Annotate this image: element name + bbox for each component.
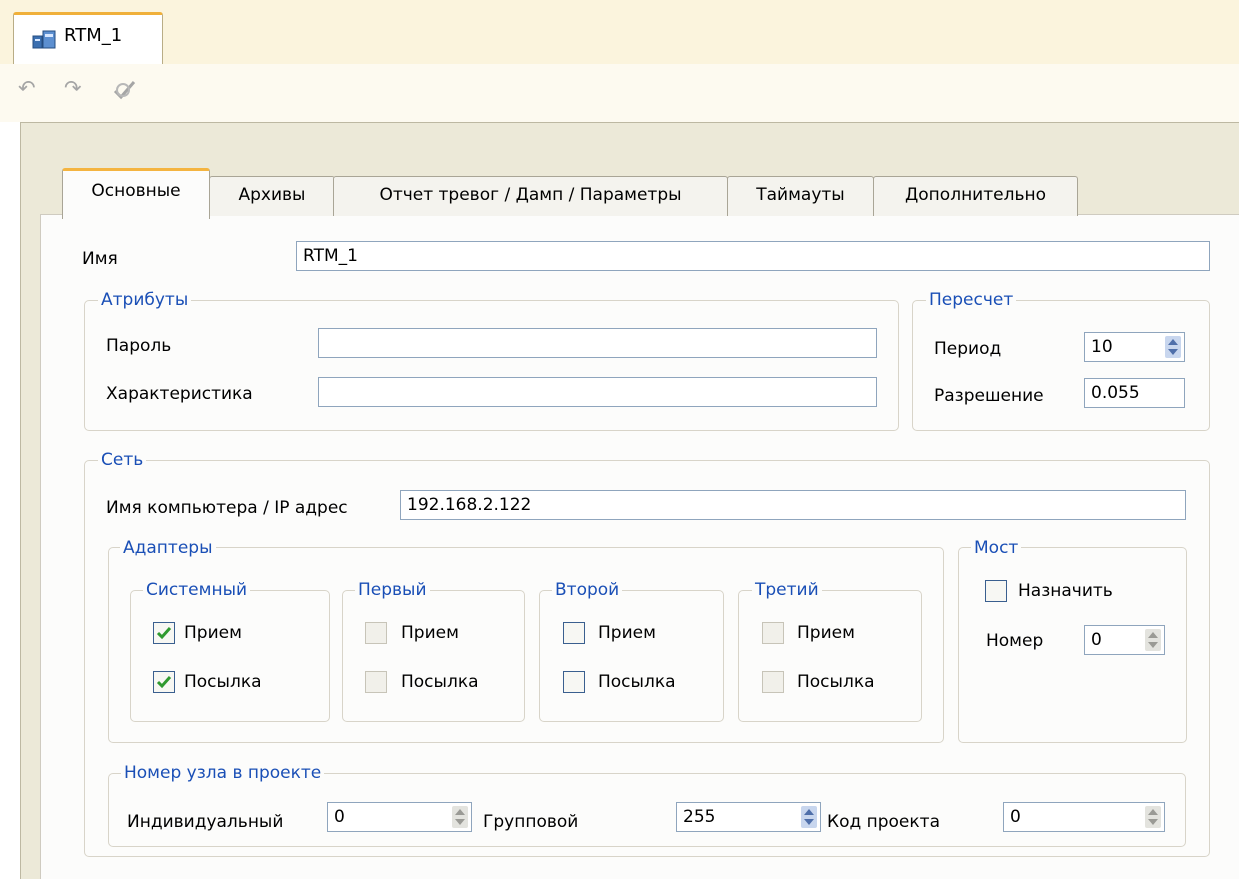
bridge-assign-checkbox[interactable] <box>985 580 1007 602</box>
adapter-system-group <box>130 590 330 722</box>
bridge-title: Мост <box>971 537 1022 559</box>
adapter-third-title: Третий <box>752 579 822 601</box>
adapters-title: Адаптеры <box>120 537 216 559</box>
second-receive-checkbox[interactable] <box>563 622 585 644</box>
adapter-third-group <box>738 590 922 722</box>
adapter-second-group <box>539 590 724 722</box>
first-receive-checkbox[interactable] <box>365 622 387 644</box>
network-title: Сеть <box>98 449 147 471</box>
bridge-assign-label: Назначить <box>1018 581 1113 601</box>
third-send-label: Посылка <box>797 672 875 692</box>
tab-main[interactable]: Основные <box>62 168 210 219</box>
tab-label: Отчет тревог / Дамп / Параметры <box>379 185 682 205</box>
first-receive-label: Прием <box>401 623 459 643</box>
resolution-label: Разрешение <box>934 386 1044 406</box>
project-code-spinner[interactable]: 0 <box>1003 802 1165 832</box>
adapter-first-group <box>342 590 525 722</box>
attributes-group <box>84 300 899 431</box>
individual-label: Индивидуальный <box>127 812 284 832</box>
attributes-title: Атрибуты <box>98 289 192 311</box>
tab-label: Основные <box>91 181 181 201</box>
name-label: Имя <box>82 249 118 269</box>
tab-label: Таймауты <box>756 185 845 205</box>
characteristic-label: Характеристика <box>106 384 253 404</box>
resolution-field[interactable]: 0.055 <box>1084 378 1185 408</box>
second-receive-label: Прием <box>598 623 656 643</box>
tab-label: Архивы <box>238 185 306 205</box>
redo-icon[interactable]: ↷ <box>64 78 82 99</box>
period-value: 10 <box>1091 337 1113 357</box>
tab-additional[interactable]: Дополнительно <box>873 176 1078 216</box>
project-code-value: 0 <box>1010 807 1021 827</box>
system-receive-checkbox[interactable] <box>153 622 175 644</box>
password-label: Пароль <box>106 336 172 356</box>
adapter-first-title: Первый <box>355 579 430 601</box>
first-send-checkbox[interactable] <box>365 671 387 693</box>
check-edit-icon[interactable] <box>112 78 138 106</box>
first-send-label: Посылка <box>401 672 479 692</box>
recalc-group <box>912 300 1210 431</box>
group-value: 255 <box>683 807 716 827</box>
name-field[interactable]: RTM_1 <box>296 241 1210 271</box>
spin-arrows-icon[interactable] <box>1145 806 1161 828</box>
second-send-label: Посылка <box>598 672 676 692</box>
password-field[interactable] <box>318 328 877 358</box>
system-send-label: Посылка <box>184 672 262 692</box>
spin-arrows-icon[interactable] <box>452 806 468 828</box>
spin-arrows-icon[interactable] <box>1165 336 1181 358</box>
adapter-second-title: Второй <box>552 579 623 601</box>
third-send-checkbox[interactable] <box>762 671 784 693</box>
bridge-number-label: Номер <box>986 631 1044 651</box>
project-code-label: Код проекта <box>827 812 940 832</box>
third-receive-label: Прием <box>797 623 855 643</box>
host-label: Имя компьютера / IP адрес <box>106 498 348 518</box>
node-number-title: Номер узла в проекте <box>121 762 325 784</box>
tab-alarm-report[interactable]: Отчет тревог / Дамп / Параметры <box>333 176 728 216</box>
group-spinner[interactable]: 255 <box>676 802 821 832</box>
tab-archives[interactable]: Архивы <box>209 176 335 216</box>
spin-arrows-icon[interactable] <box>1145 629 1161 651</box>
adapter-system-title: Системный <box>143 579 251 601</box>
spin-arrows-icon[interactable] <box>801 806 817 828</box>
second-send-checkbox[interactable] <box>563 671 585 693</box>
bridge-number-spinner[interactable]: 0 <box>1084 625 1165 655</box>
tab-timeouts[interactable]: Таймауты <box>727 176 874 216</box>
recalc-title: Пересчет <box>926 289 1017 311</box>
document-tab-rtm1[interactable]: RTM_1 <box>13 12 163 64</box>
node-icon <box>32 28 58 50</box>
period-label: Период <box>934 339 1002 359</box>
individual-spinner[interactable]: 0 <box>327 802 472 832</box>
individual-value: 0 <box>334 807 345 827</box>
characteristic-field[interactable] <box>318 377 877 407</box>
bridge-number-value: 0 <box>1091 630 1102 650</box>
undo-icon[interactable]: ↶ <box>18 78 36 99</box>
period-spinner[interactable]: 10 <box>1084 332 1185 362</box>
third-receive-checkbox[interactable] <box>762 622 784 644</box>
toolbar: ↶ ↷ <box>0 64 1239 122</box>
system-send-checkbox[interactable] <box>153 671 175 693</box>
host-field[interactable]: 192.168.2.122 <box>400 490 1186 520</box>
system-receive-label: Прием <box>184 623 242 643</box>
document-tab-label: RTM_1 <box>64 25 123 46</box>
group-label: Групповой <box>483 812 579 832</box>
document-tab-bar <box>0 0 1239 64</box>
tab-label: Дополнительно <box>905 185 1046 205</box>
